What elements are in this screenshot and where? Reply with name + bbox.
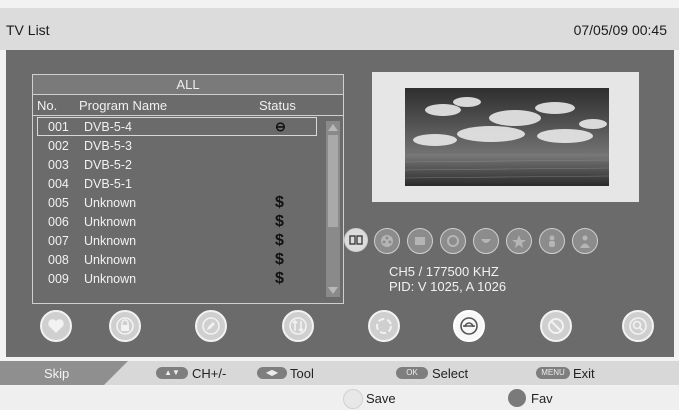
skip-label: Skip <box>44 366 70 381</box>
header-bar: TV List 07/05/09 00:45 <box>0 8 679 50</box>
fav-hint[interactable]: Fav <box>531 391 553 406</box>
scrambled-icon: $ <box>275 251 284 268</box>
skip-status-icon: ⊖ <box>275 119 286 134</box>
channel-row[interactable]: 009 Unknown $ <box>33 269 321 288</box>
page-title: TV List <box>6 22 50 38</box>
row-name: Unknown <box>84 272 137 286</box>
book-icon <box>344 228 368 252</box>
row-name: Unknown <box>84 253 137 267</box>
scroll-thumb[interactable] <box>328 135 338 227</box>
person-icon <box>572 228 598 254</box>
channel-row[interactable]: 007 Unknown $ <box>33 231 321 250</box>
date-time: 07/05/09 00:45 <box>573 22 667 38</box>
main-panel: ALL No. Program Name Status 001 DVB-5-4 … <box>6 50 674 357</box>
skip-button[interactable] <box>453 310 485 342</box>
col-program-name: Program Name <box>79 98 168 113</box>
row-number: 003 <box>48 158 69 172</box>
row-name: DVB-5-2 <box>84 158 132 172</box>
row-number: 008 <box>48 253 69 267</box>
scrambled-icon: $ <box>275 194 284 211</box>
search-button[interactable] <box>622 310 654 342</box>
skip-tab[interactable]: Skip <box>0 361 128 385</box>
channel-rows: 001 DVB-5-4 ⊖ 002 DVB-5-3 003 DVB-5-2 00… <box>33 117 321 288</box>
ok-key-icon: OK <box>396 367 428 379</box>
scrambled-icon: $ <box>275 270 284 287</box>
scroll-down-icon[interactable] <box>328 287 338 294</box>
scrambled-icon: $ <box>275 232 284 249</box>
film-reel-icon <box>374 228 400 254</box>
save-hint[interactable]: Save <box>366 391 396 406</box>
up-down-key-icon: ▲▼ <box>156 367 188 379</box>
row-number: 009 <box>48 272 69 286</box>
row-name: DVB-5-3 <box>84 139 132 153</box>
column-headers: No. Program Name Status <box>33 95 343 116</box>
delete-button[interactable] <box>540 310 572 342</box>
move-button[interactable] <box>282 310 314 342</box>
channel-row[interactable]: 008 Unknown $ <box>33 250 321 269</box>
row-name: DVB-5-4 <box>84 120 132 134</box>
channel-row[interactable]: 003 DVB-5-2 <box>33 155 321 174</box>
row-name: DVB-5-1 <box>84 177 132 191</box>
col-no: No. <box>37 98 58 113</box>
sports-icon <box>440 228 466 254</box>
tv-list-screen: TV List 07/05/09 00:45 ALL No. Program N… <box>0 0 679 410</box>
menu-key-icon: MENU <box>536 367 570 379</box>
list-scrollbar[interactable] <box>326 121 340 297</box>
tool-hint: Tool <box>290 366 314 381</box>
save-key-icon <box>343 389 363 409</box>
col-status: Status <box>259 98 296 113</box>
channel-row[interactable]: 002 DVB-5-3 <box>33 136 321 155</box>
exit-hint: Exit <box>573 366 595 381</box>
music-icon <box>473 228 499 254</box>
channel-row[interactable]: 005 Unknown $ <box>33 193 321 212</box>
favorite-button[interactable] <box>40 310 72 342</box>
pid-info: PID: V 1025, A 1026 <box>389 279 507 294</box>
row-number: 004 <box>48 177 69 191</box>
video-preview <box>372 72 639 202</box>
channel-row[interactable]: 006 Unknown $ <box>33 212 321 231</box>
row-number: 002 <box>48 139 69 153</box>
row-number: 001 <box>48 120 69 134</box>
kids-icon <box>539 228 565 254</box>
sort-button[interactable] <box>368 310 400 342</box>
fav-key-icon <box>508 389 526 407</box>
channel-info: CH5 / 177500 KHZ PID: V 1025, A 1026 <box>389 264 506 294</box>
star-icon <box>506 228 532 254</box>
edit-button[interactable] <box>195 310 227 342</box>
select-hint: Select <box>432 366 469 381</box>
scrambled-icon: $ <box>275 213 284 230</box>
row-number: 005 <box>48 196 69 210</box>
scroll-up-icon[interactable] <box>328 124 338 131</box>
channel-list: ALL No. Program Name Status 001 DVB-5-4 … <box>32 74 344 304</box>
channel-row[interactable]: 004 DVB-5-1 <box>33 174 321 193</box>
group-label[interactable]: ALL <box>33 75 343 95</box>
preview-image <box>405 88 609 186</box>
row-number: 007 <box>48 234 69 248</box>
row-number: 006 <box>48 215 69 229</box>
channel-row-selected[interactable]: 001 DVB-5-4 ⊖ <box>37 117 317 136</box>
row-name: Unknown <box>84 234 137 248</box>
color-key-bar: Save Fav <box>0 386 679 410</box>
left-right-key-icon: ◀▶ <box>257 367 287 379</box>
status-icons <box>344 228 644 258</box>
row-name: Unknown <box>84 196 137 210</box>
frequency-info: CH5 / 177500 KHZ <box>389 264 499 279</box>
ch-hint: CH+/- <box>192 366 227 381</box>
hint-bar: Skip ▲▼ CH+/- ◀▶ Tool OK Select MENU Exi… <box>0 361 679 385</box>
row-name: Unknown <box>84 215 137 229</box>
news-icon <box>407 228 433 254</box>
lock-button[interactable] <box>109 310 141 342</box>
